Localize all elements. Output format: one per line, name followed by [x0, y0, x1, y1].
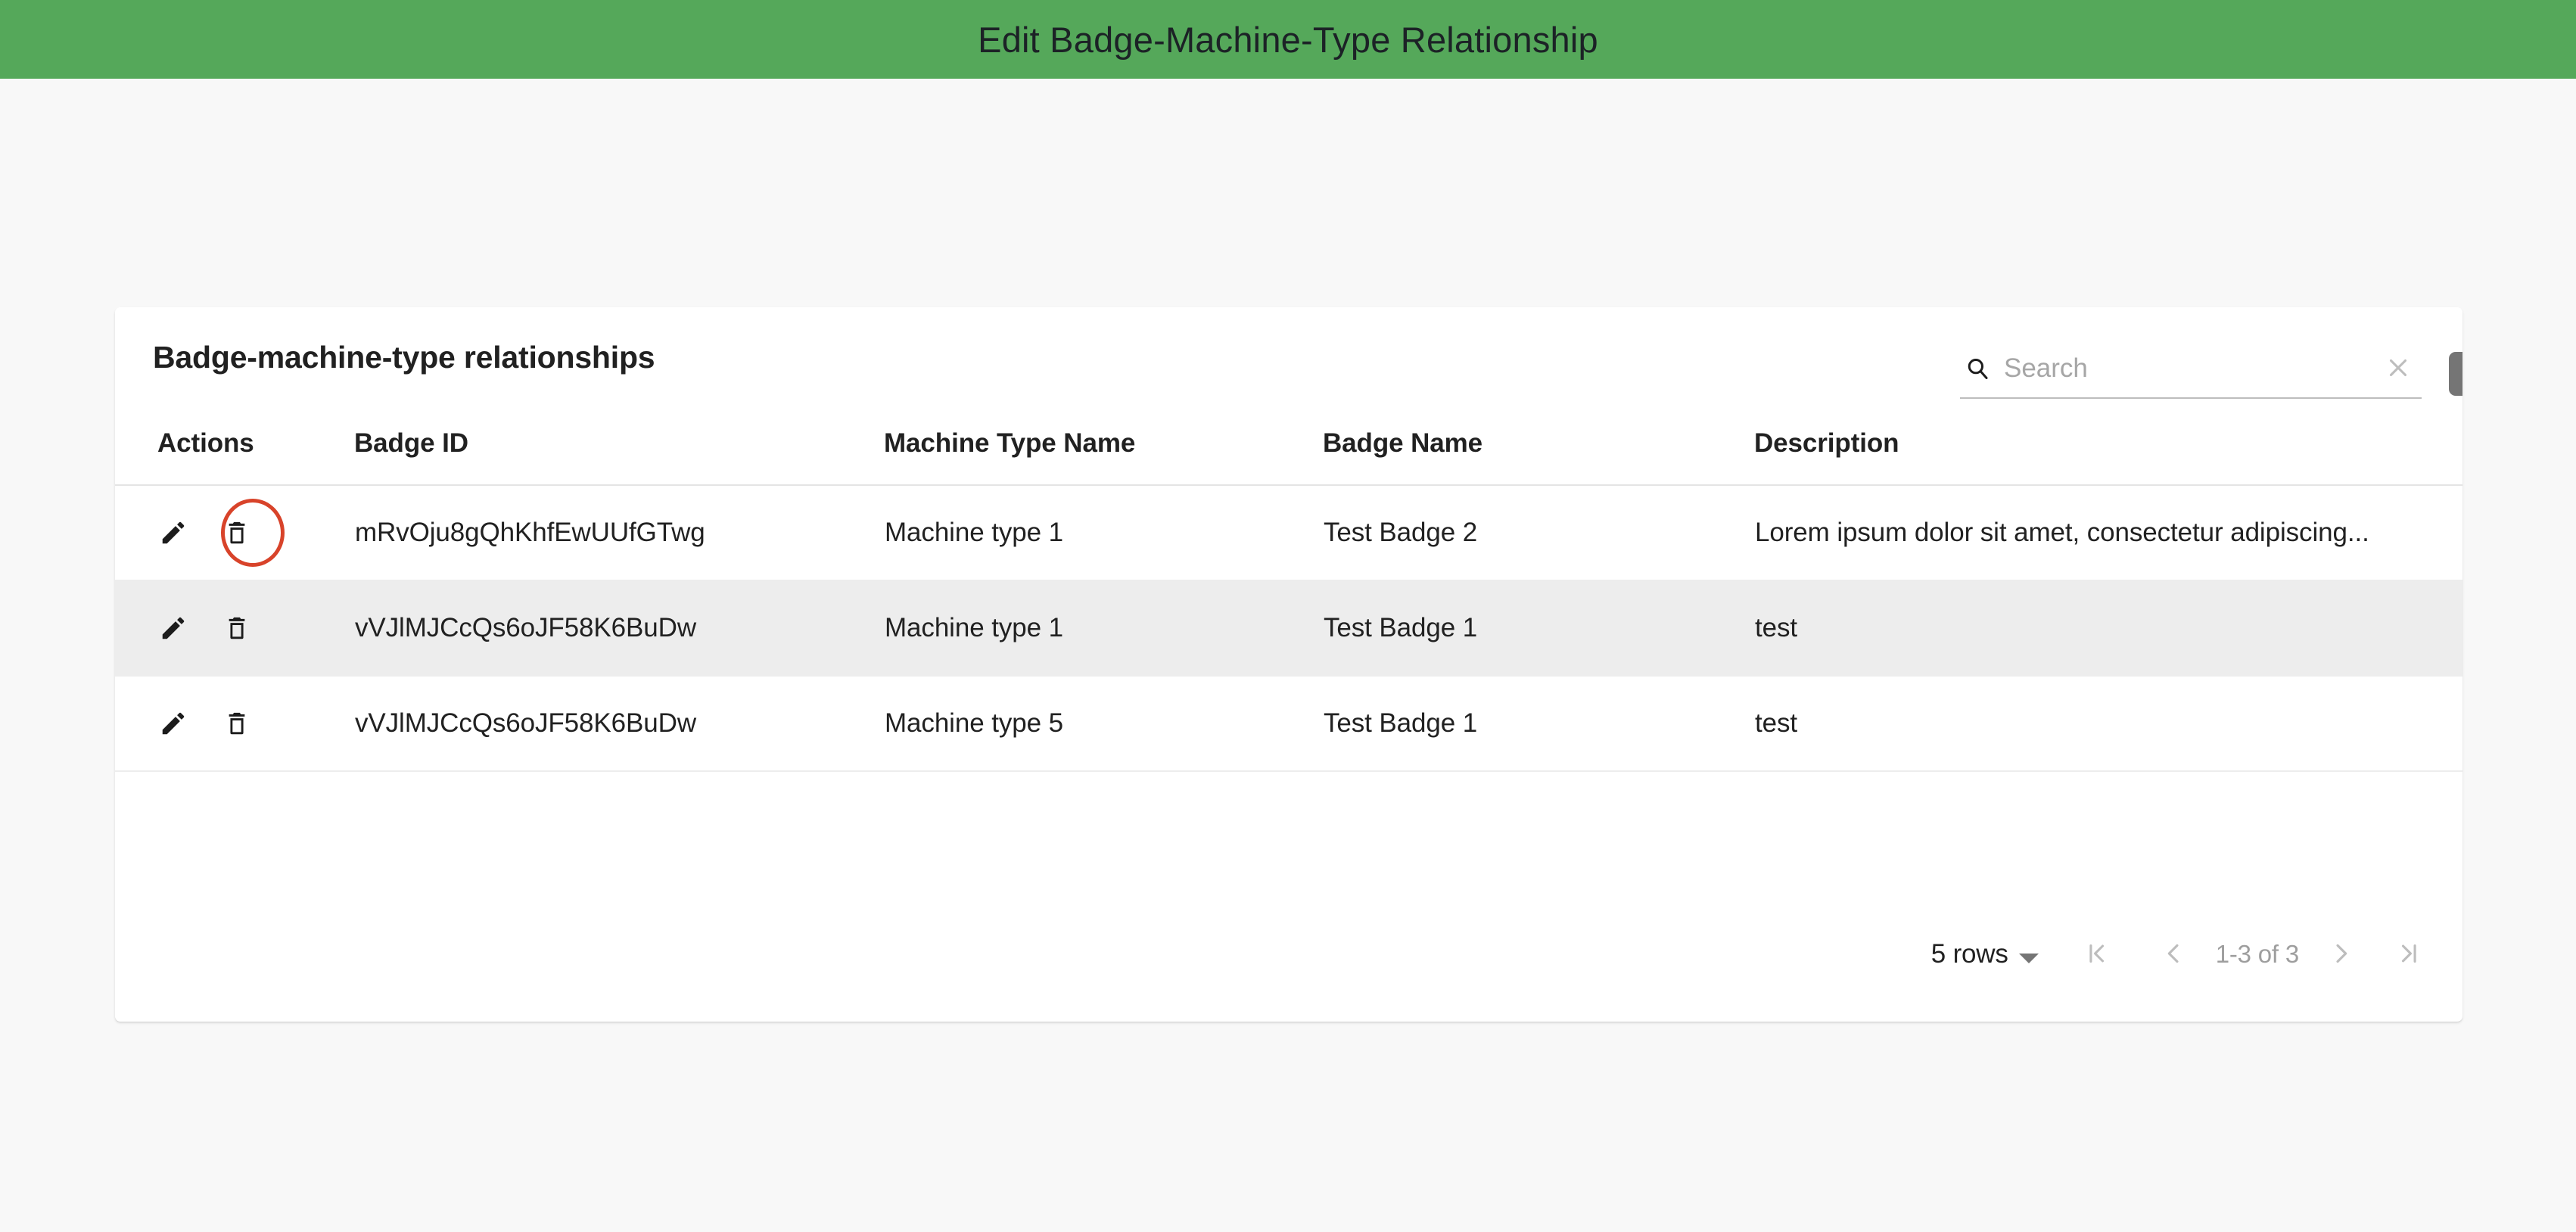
page-body: Badge-machine-type relationships Search … [0, 79, 2576, 1232]
cell-machine-type-name: Machine type 5 [884, 676, 1323, 772]
first-page-button[interactable] [2074, 932, 2119, 977]
table-row[interactable]: vVJlMJCcQs6oJF58K6BuDw Machine type 5 Te… [115, 676, 2462, 772]
row-actions-cell [115, 676, 354, 772]
app-header: Edit Badge-Machine-Type Relationship [0, 0, 2576, 79]
row-actions-cell [115, 485, 354, 581]
rows-per-page-label: 5 rows [1930, 939, 2008, 969]
cell-badge-id: vVJlMJCcQs6oJF58K6BuDw [354, 676, 884, 772]
table-row[interactable]: vVJlMJCcQs6oJF58K6BuDw Machine type 1 Te… [115, 580, 2462, 677]
cell-badge-name: Test Badge 1 [1323, 676, 1754, 772]
cell-machine-type-name: Machine type 1 [884, 580, 1323, 677]
pencil-icon[interactable] [157, 517, 189, 549]
table-head: Actions Badge ID Machine Type Name Badge… [115, 428, 2462, 486]
table-body: mRvOju8gQhKhfEwUUfGTwg Machine type 1 Te… [115, 485, 2462, 772]
last-page-button[interactable] [2387, 932, 2432, 977]
cell-description: test [1754, 676, 2462, 772]
cell-machine-type-name: Machine type 1 [884, 485, 1323, 581]
search-icon [1965, 356, 1990, 381]
plus-icon [2459, 362, 2462, 387]
chevron-right-icon [2329, 941, 2354, 969]
cell-badge-id: mRvOju8gQhKhfEwUUfGTwg [354, 485, 884, 581]
trash-icon[interactable] [221, 708, 253, 739]
row-actions-cell [115, 580, 354, 677]
column-header-machine-type-name: Machine Type Name [884, 428, 1323, 486]
trash-icon[interactable] [221, 517, 253, 549]
chevron-down-icon [2018, 953, 2039, 963]
relationships-card: Badge-machine-type relationships Search … [115, 307, 2462, 1022]
search-field[interactable] [1960, 349, 2422, 399]
page-title: Edit Badge-Machine-Type Relationship [978, 19, 1598, 60]
cell-badge-name: Test Badge 2 [1323, 485, 1754, 581]
card-footer: 5 rows 1-3 of 3 [115, 901, 2462, 1022]
trash-icon[interactable] [221, 612, 253, 644]
next-page-button[interactable] [2319, 932, 2364, 977]
column-header-badge-id: Badge ID [354, 428, 884, 486]
cell-badge-name: Test Badge 1 [1323, 580, 1754, 677]
chevron-left-icon [2161, 941, 2186, 969]
table-header-row: Actions Badge ID Machine Type Name Badge… [115, 428, 2462, 486]
pencil-icon[interactable] [157, 612, 189, 644]
rows-per-page-select[interactable]: 5 rows [1931, 939, 2039, 969]
pencil-icon[interactable] [157, 708, 189, 739]
relationships-table: Actions Badge ID Machine Type Name Badge… [115, 428, 2462, 772]
last-page-icon [2397, 941, 2422, 969]
cell-description: test [1754, 580, 2462, 677]
card-title: Badge-machine-type relationships [153, 340, 655, 375]
card-toolbar: Badge-machine-type relationships [115, 307, 2462, 428]
add-relationship-button[interactable] [2449, 352, 2462, 396]
previous-page-button[interactable] [2151, 932, 2196, 977]
first-page-icon [2083, 941, 2109, 969]
search-clear-icon[interactable] [2384, 353, 2413, 382]
paginator: 5 rows 1-3 of 3 [1931, 928, 2432, 981]
cell-badge-id: vVJlMJCcQs6oJF58K6BuDw [354, 580, 884, 677]
column-header-badge-name: Badge Name [1323, 428, 1754, 486]
column-header-description: Description [1754, 428, 2462, 486]
cell-description: Lorem ipsum dolor sit amet, consectetur … [1754, 485, 2462, 581]
column-header-actions: Actions [115, 428, 354, 486]
table-row[interactable]: mRvOju8gQhKhfEwUUfGTwg Machine type 1 Te… [115, 485, 2462, 581]
page-range-label: 1-3 of 3 [2215, 940, 2300, 968]
search-area [1960, 349, 2462, 403]
search-input[interactable] [2004, 350, 2360, 387]
